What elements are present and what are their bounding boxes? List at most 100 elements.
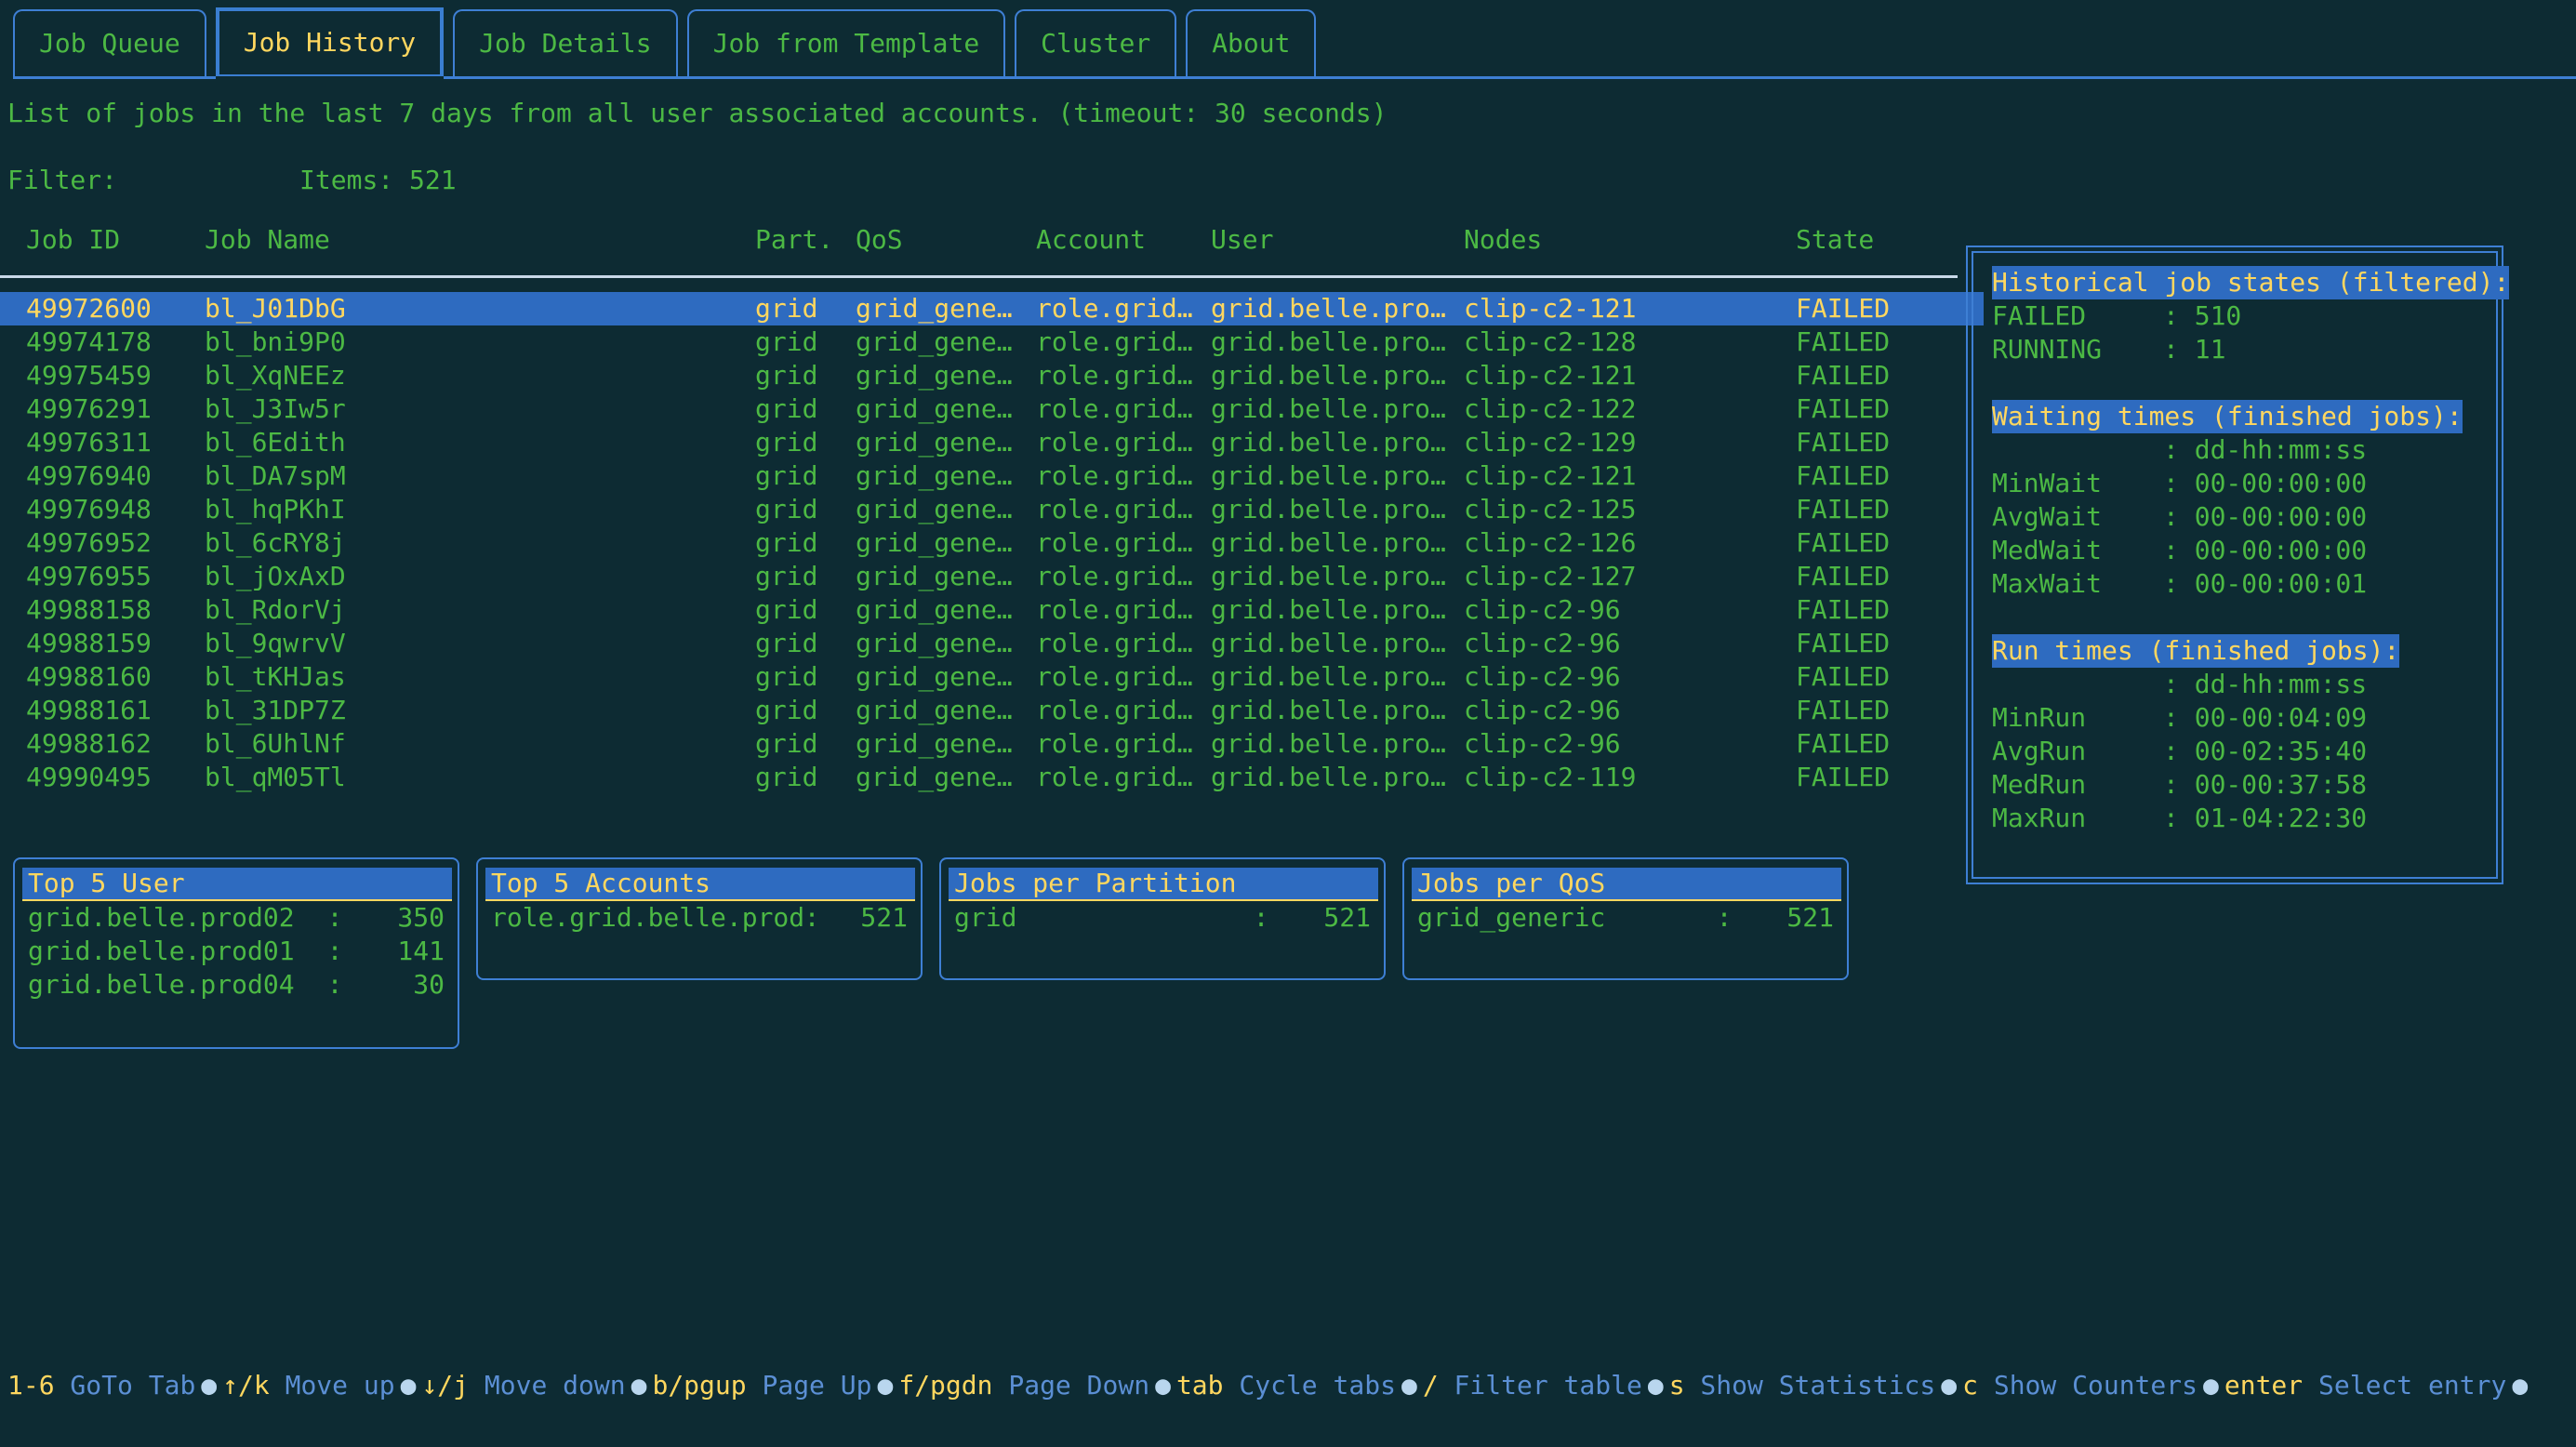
statistics-panel-inner: Historical job states (filtered): FAILED… [1972, 251, 2510, 879]
tab-cluster[interactable]: Cluster [1015, 9, 1177, 76]
cell-user: grid.belle.pro… [1211, 695, 1446, 725]
help-key: enter [2224, 1370, 2304, 1401]
cell-qos: grid_gene… [856, 427, 1013, 458]
cell-state: FAILED [1796, 628, 1891, 658]
table-row[interactable]: 49976311 bl_6Edith grid grid_gene… role.grid… [0, 426, 1958, 459]
cell-account: role.grid… [1036, 494, 1193, 524]
help-desc: Move down [469, 1370, 626, 1401]
cell-nodes: clip-c2-129 [1464, 427, 1637, 458]
table-row[interactable]: 49988159 bl_9qwrvV grid grid_gene… role.grid… [0, 627, 1958, 660]
cell-jobid: 49974178 [26, 326, 152, 357]
cell-qos: grid_gene… [856, 360, 1013, 391]
table-row[interactable]: 49988160 bl_tKHJas grid grid_gene… role.grid… [0, 660, 1958, 694]
top-5-user-box: Top 5 User grid.belle.prod02:350 grid.bel… [13, 857, 459, 1049]
cell-state: FAILED [1796, 293, 1891, 324]
tab-job-queue[interactable]: Job Queue [13, 9, 206, 76]
table-row[interactable]: 49988162 bl_6UhlNf grid grid_gene… role.grid… [0, 727, 1958, 761]
table-row[interactable]: 49990495 bl_qM05Tl grid grid_gene… role.grid… [0, 761, 1958, 794]
cell-account: role.grid… [1036, 661, 1193, 692]
cell-user: grid.belle.pro… [1211, 427, 1446, 458]
cell-state: FAILED [1796, 728, 1891, 759]
summary-row: grid.belle.prod01: 141 [22, 935, 450, 968]
cell-jobid: 49988161 [26, 695, 152, 725]
summary-value: 30 [413, 969, 445, 1000]
help-separator-icon: ● [1401, 1370, 1417, 1401]
cell-user: grid.belle.pro… [1211, 661, 1446, 692]
table-row[interactable]: 49988161 bl_31DP7Z grid grid_gene… role.grid… [0, 694, 1958, 727]
cell-qos: grid_gene… [856, 527, 1013, 558]
cell-nodes: clip-c2-125 [1464, 494, 1637, 524]
tab-job-details[interactable]: Job Details [453, 9, 678, 76]
summary-row: grid.belle.prod02: 350 [22, 901, 450, 935]
cell-part: grid [755, 628, 818, 658]
help-desc: Move up [269, 1370, 395, 1401]
summary-row: role.grid.belle.prod: 521 [485, 901, 913, 935]
stat-row-maxrun: MaxRun: 01-04:22:30 [1992, 802, 2477, 835]
table-row[interactable]: 49974178 bl_bni9P0 grid grid_gene… role.grid… [0, 325, 1958, 359]
table-header-separator [0, 275, 1958, 278]
summary-row: grid_generic: 521 [1412, 901, 1839, 935]
cell-part: grid [755, 594, 818, 625]
stat-value: : 00-02:35:40 [2163, 736, 2368, 766]
cell-user: grid.belle.pro… [1211, 527, 1446, 558]
cell-user: grid.belle.pro… [1211, 561, 1446, 591]
help-key: ↓/j [421, 1370, 470, 1401]
summary-colon: : [1716, 902, 1733, 933]
tab-job-history[interactable]: Job History [215, 7, 445, 78]
summary-value: 141 [397, 936, 445, 966]
job-history-table[interactable]: Job ID Job Name Part. QoS Account User Nodes St… [0, 223, 1984, 794]
top-5-accounts-box: Top 5 Accounts role.grid.belle.prod: 521 [476, 857, 923, 980]
cell-qos: grid_gene… [856, 695, 1013, 725]
cell-name: bl_6UhlNf [205, 728, 346, 759]
cell-name: bl_hqPKhI [205, 494, 346, 524]
cell-account: role.grid… [1036, 561, 1193, 591]
cell-account: role.grid… [1036, 293, 1193, 324]
cell-jobid: 49976291 [26, 393, 152, 424]
cell-account: role.grid… [1036, 360, 1193, 391]
stat-row-maxwait: MaxWait: 00-00:00:01 [1992, 567, 2477, 601]
table-row[interactable]: 49976948 bl_hqPKhI grid grid_gene… role.grid… [0, 493, 1958, 526]
table-row[interactable]: 49976955 bl_jOxAxD grid grid_gene… role.grid… [0, 560, 1958, 593]
stat-value: : 00-00:00:00 [2163, 501, 2368, 532]
cell-nodes: clip-c2-128 [1464, 326, 1637, 357]
cell-account: role.grid… [1036, 762, 1193, 792]
cell-user: grid.belle.pro… [1211, 293, 1446, 324]
cell-account: role.grid… [1036, 628, 1193, 658]
table-body[interactable]: 49972600 bl_J01DbG grid grid_gene… role.grid… [0, 292, 1984, 794]
cell-user: grid.belle.pro… [1211, 762, 1446, 792]
cell-user: grid.belle.pro… [1211, 728, 1446, 759]
top-5-user-rows: grid.belle.prod02: 350 grid.belle.prod01: 1… [22, 901, 450, 1002]
help-separator-icon: ● [2203, 1370, 2219, 1401]
table-row[interactable]: 49975459 bl_XqNEEz grid grid_gene… role.grid… [0, 359, 1958, 392]
tab-about[interactable]: About [1186, 9, 1317, 76]
help-desc: Cycle tabs [1223, 1370, 1396, 1401]
cell-qos: grid_gene… [856, 594, 1013, 625]
help-key: c [1962, 1370, 1978, 1401]
stat-value: : 00-00:00:00 [2163, 535, 2368, 565]
stat-row-minrun: MinRun: 00-00:04:09 [1992, 701, 2477, 735]
stat-row-medwait: MedWait: 00-00:00:00 [1992, 534, 2477, 567]
tab-job-from-template[interactable]: Job from Template [686, 9, 1006, 76]
top-5-accounts-rows: role.grid.belle.prod: 521 [485, 901, 913, 935]
table-row[interactable]: 49976291 bl_J3Iw5r grid grid_gene… role.grid… [0, 392, 1958, 426]
cell-name: bl_tKHJas [205, 661, 346, 692]
active-tab-underline-gap [215, 76, 445, 80]
stat-key: MinWait [1992, 468, 2103, 498]
tab-label: Job from Template [712, 28, 980, 59]
cell-jobid: 49976940 [26, 460, 152, 491]
table-row[interactable]: 49972600 bl_J01DbG grid grid_gene… role.grid… [0, 292, 1984, 325]
help-desc: Select entry [2303, 1370, 2507, 1401]
cell-name: bl_DA7spM [205, 460, 346, 491]
cell-nodes: clip-c2-96 [1464, 728, 1621, 759]
table-row[interactable]: 49988158 bl_RdorVj grid grid_gene… role.grid… [0, 593, 1958, 627]
cell-state: FAILED [1796, 561, 1891, 591]
cell-name: bl_6cRY8j [205, 527, 346, 558]
table-row[interactable]: 49976940 bl_DA7spM grid grid_gene… role.grid… [0, 459, 1958, 493]
help-desc: Show Statistics [1684, 1370, 1936, 1401]
cell-part: grid [755, 360, 818, 391]
table-row[interactable]: 49976952 bl_6cRY8j grid grid_gene… role.grid… [0, 526, 1958, 560]
cell-nodes: clip-c2-96 [1464, 628, 1621, 658]
tab-label: About [1212, 28, 1291, 59]
stat-row-minwait: MinWait: 00-00:00:00 [1992, 467, 2477, 500]
stat-value: : dd-hh:mm:ss [2163, 434, 2368, 465]
